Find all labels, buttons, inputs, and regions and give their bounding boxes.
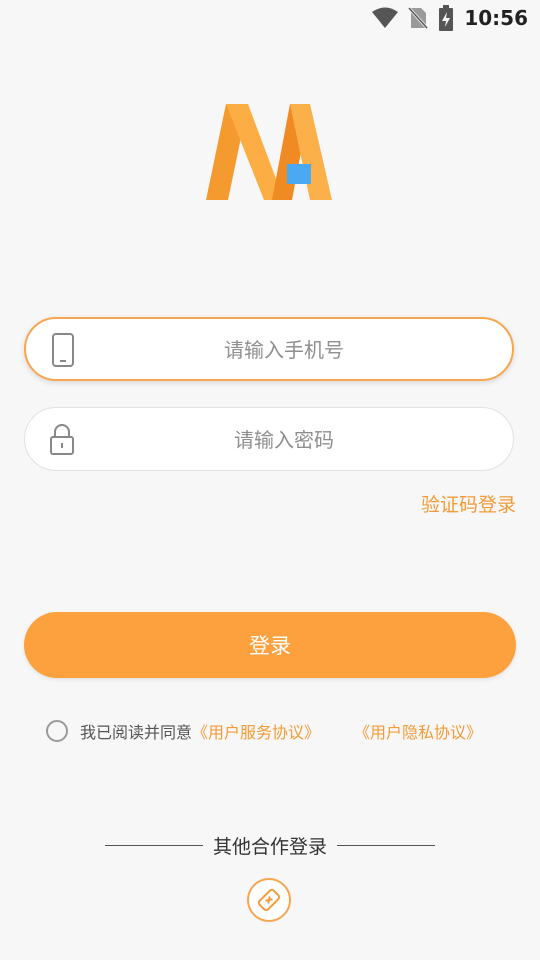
privacy-link[interactable]: 《用户隐私协议》	[354, 719, 482, 743]
code-login-link[interactable]: 验证码登录	[421, 490, 516, 517]
partner-login-button[interactable]	[247, 878, 291, 922]
other-login-section: 其他合作登录	[105, 830, 436, 860]
other-login-label: 其他合作登录	[213, 835, 328, 858]
app-logo	[206, 104, 332, 200]
phone-icon	[52, 333, 74, 367]
divider-right	[337, 844, 436, 846]
terms-link[interactable]: 《用户服务协议》	[192, 719, 320, 743]
password-field[interactable]	[24, 407, 514, 472]
divider-left	[105, 844, 203, 846]
agree-checkbox[interactable]	[46, 720, 68, 742]
battery-charging-icon	[439, 5, 454, 31]
status-bar: 10:56	[0, 0, 540, 36]
password-input[interactable]	[95, 408, 473, 472]
phone-input[interactable]	[96, 319, 472, 381]
agreement-prefix: 我已阅读并同意	[80, 723, 193, 742]
phone-field[interactable]	[24, 317, 514, 381]
lock-icon	[50, 424, 74, 455]
no-sim-icon	[408, 6, 429, 30]
wifi-icon	[372, 7, 399, 28]
status-time: 10:56	[464, 6, 528, 30]
handshake-icon	[257, 888, 281, 912]
login-button[interactable]: 登录	[24, 612, 516, 678]
agreement-row: 我已阅读并同意 《用户服务协议》 《用户隐私协议》	[46, 716, 482, 746]
status-icons: 10:56	[372, 4, 528, 32]
